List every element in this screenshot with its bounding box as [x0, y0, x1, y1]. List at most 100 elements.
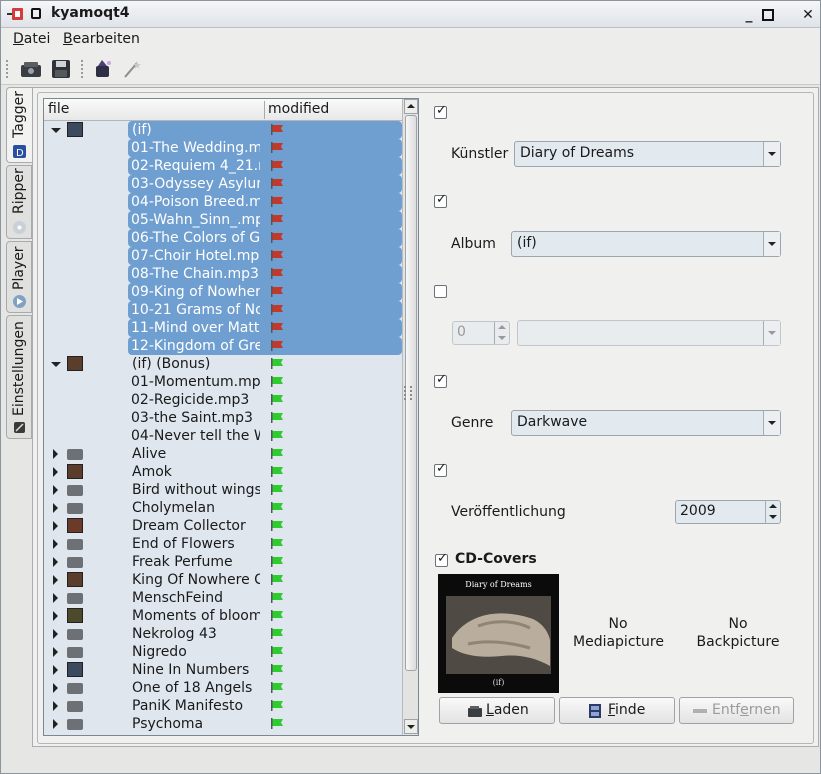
tree-row[interactable]: 04-Never tell the Wido...: [44, 427, 402, 445]
tree-row[interactable]: 01-Momentum.mp3: [44, 373, 402, 391]
tree-row[interactable]: King Of Nowhere CDM: [44, 571, 402, 589]
collapsed-arrow-icon[interactable]: [53, 503, 58, 513]
album-thumbnail: [67, 572, 83, 587]
collapsed-arrow-icon[interactable]: [53, 719, 58, 729]
tree-row[interactable]: MenschFeind: [44, 589, 402, 607]
cd-icon[interactable]: [18, 56, 44, 82]
album-combo[interactable]: (if): [511, 231, 781, 257]
splitter-handle[interactable]: [404, 386, 412, 400]
collapsed-arrow-icon[interactable]: [53, 557, 58, 567]
covers-checkbox[interactable]: ✓: [435, 551, 448, 567]
tree-row[interactable]: 07-Choir Hotel.mp3: [44, 247, 402, 265]
tree-row[interactable]: 09-King of Nowhere.mp3: [44, 283, 402, 301]
minimize-button[interactable]: _: [739, 5, 759, 25]
tree-row[interactable]: Moments of bloom: [44, 607, 402, 625]
tree-row[interactable]: Nigredo: [44, 643, 402, 661]
chevron-down-icon[interactable]: [763, 411, 780, 435]
collapsed-arrow-icon[interactable]: [53, 701, 58, 711]
collapsed-arrow-icon[interactable]: [53, 665, 58, 675]
wand-icon[interactable]: [119, 56, 145, 82]
tree-row[interactable]: PaniK Manifesto: [44, 697, 402, 715]
collapsed-arrow-icon[interactable]: [53, 467, 58, 477]
tree-row[interactable]: 05-Wahn_Sinn_.mp3: [44, 211, 402, 229]
pin-icon[interactable]: [31, 8, 41, 19]
scroll-down-button[interactable]: [404, 719, 418, 734]
tree-scrollbar[interactable]: [402, 99, 418, 735]
artist-checkbox[interactable]: ✓: [434, 103, 447, 119]
tab-tagger[interactable]: Tagger D: [6, 87, 34, 163]
maximize-button[interactable]: [758, 5, 778, 25]
tab-player[interactable]: Player: [6, 241, 32, 313]
track-checkbox[interactable]: [434, 285, 447, 298]
menu-datei[interactable]: Datei: [13, 31, 50, 47]
tree-row[interactable]: 02-Regicide.mp3: [44, 391, 402, 409]
column-separator[interactable]: [264, 101, 265, 119]
collapsed-arrow-icon[interactable]: [53, 521, 58, 531]
app-icon[interactable]: [6, 6, 24, 22]
tree-row[interactable]: 04-Poison Breed.mp3: [44, 193, 402, 211]
collapsed-arrow-icon[interactable]: [53, 593, 58, 603]
genre-combo[interactable]: Darkwave: [511, 410, 781, 436]
artist-combo[interactable]: Diary of Dreams: [514, 141, 781, 167]
tree-row[interactable]: 02-Requiem 4_21.mp3: [44, 157, 402, 175]
spin-arrows[interactable]: [765, 501, 780, 523]
tree-row[interactable]: 10-21 Grams of Nothin...: [44, 301, 402, 319]
scroll-up-button[interactable]: [404, 99, 418, 114]
tree-row[interactable]: 03-Odyssey Asylum.mp3: [44, 175, 402, 193]
tab-ripper[interactable]: Ripper: [6, 165, 32, 239]
load-button[interactable]: Laden: [439, 697, 555, 724]
chevron-down-icon[interactable]: [763, 232, 780, 256]
tree-row[interactable]: 12-Kingdom of Greed....: [44, 337, 402, 355]
tree-row[interactable]: 01-The Wedding.mp3: [44, 139, 402, 157]
year-spinbox[interactable]: 2009: [675, 500, 781, 524]
year-checkbox[interactable]: ✓: [434, 461, 447, 477]
tree-row[interactable]: End of Flowers: [44, 535, 402, 553]
tree-row[interactable]: Nekrolog 43: [44, 625, 402, 643]
collapsed-arrow-icon[interactable]: [53, 683, 58, 693]
album-checkbox[interactable]: ✓: [434, 192, 447, 208]
tree-row[interactable]: (if): [44, 121, 402, 139]
genre-checkbox[interactable]: ✓: [434, 372, 447, 388]
tree-row[interactable]: 03-the Saint.mp3: [44, 409, 402, 427]
tree-row[interactable]: Cholymelan: [44, 499, 402, 517]
column-file[interactable]: file: [48, 101, 69, 117]
collapsed-arrow-icon[interactable]: [53, 611, 58, 621]
tree-row[interactable]: Nine In Numbers: [44, 661, 402, 679]
remove-button[interactable]: Entfernen: [679, 697, 794, 724]
collapsed-arrow-icon[interactable]: [53, 629, 58, 639]
chevron-down-icon[interactable]: [763, 142, 780, 166]
covers-title: CD-Covers: [455, 551, 537, 567]
collapsed-arrow-icon[interactable]: [53, 539, 58, 549]
tab-einstellungen[interactable]: Einstellungen: [6, 315, 32, 439]
tree-row[interactable]: Freak Perfume: [44, 553, 402, 571]
menu-bearbeiten[interactable]: Bearbeiten: [63, 31, 140, 47]
magic-icon[interactable]: [90, 56, 116, 82]
tree-row[interactable]: Psychoma: [44, 715, 402, 733]
expanded-arrow-icon[interactable]: [51, 128, 61, 133]
collapsed-arrow-icon[interactable]: [53, 647, 58, 657]
tree-row[interactable]: One of 18 Angels: [44, 679, 402, 697]
track-number-spinbox[interactable]: 0: [452, 321, 510, 345]
tree-row[interactable]: Bird without wings: [44, 481, 402, 499]
toolbar-grip[interactable]: [6, 60, 9, 78]
tree-row[interactable]: 06-The Colors of Grey....: [44, 229, 402, 247]
expanded-arrow-icon[interactable]: [51, 362, 61, 367]
track-combo[interactable]: [517, 320, 781, 346]
tree-row[interactable]: 08-The Chain.mp3: [44, 265, 402, 283]
collapsed-arrow-icon[interactable]: [53, 449, 58, 459]
collapsed-arrow-icon[interactable]: [53, 575, 58, 585]
save-icon[interactable]: [48, 56, 74, 82]
close-button[interactable]: ✕: [798, 5, 818, 25]
column-modified[interactable]: modified: [268, 101, 329, 117]
file-tree[interactable]: file modified (if) 01-The Wedding.mp3 02-R…: [43, 98, 419, 736]
cd-cover-image[interactable]: Diary of Dreams (if): [438, 574, 559, 693]
spin-arrows[interactable]: [494, 322, 509, 344]
tree-row[interactable]: Dream Collector: [44, 517, 402, 535]
tree-row[interactable]: Alive: [44, 445, 402, 463]
find-button[interactable]: Finde: [559, 697, 675, 724]
tree-row[interactable]: Amok: [44, 463, 402, 481]
collapsed-arrow-icon[interactable]: [53, 485, 58, 495]
chevron-down-icon[interactable]: [763, 321, 780, 345]
tree-row[interactable]: 11-Mind over Matter.mp3: [44, 319, 402, 337]
tree-row[interactable]: (if) (Bonus): [44, 355, 402, 373]
